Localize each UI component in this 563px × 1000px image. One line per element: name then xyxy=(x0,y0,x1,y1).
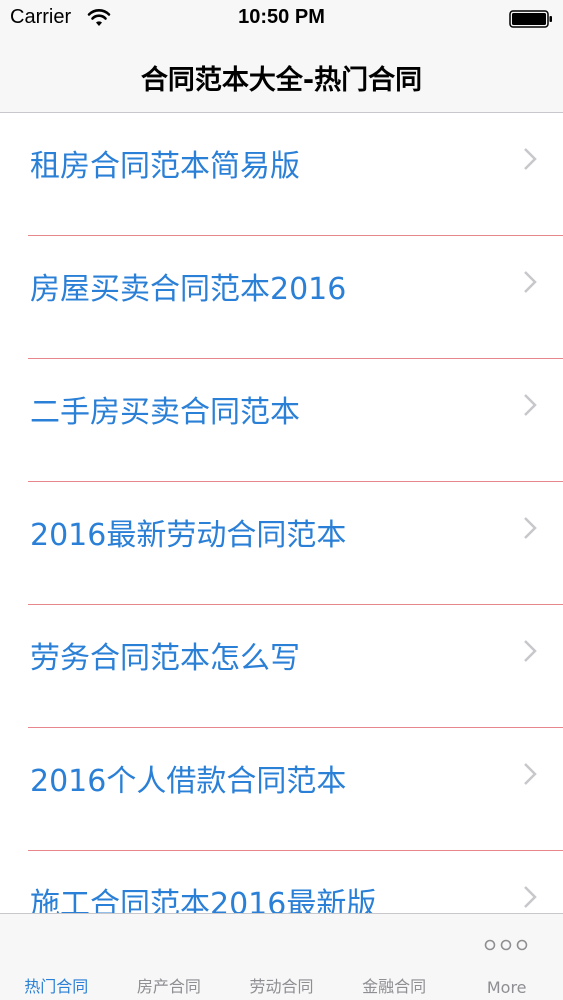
more-dots-icon xyxy=(485,939,528,951)
list-item-label: 2016个人借款合同范本 xyxy=(30,764,347,799)
list-item[interactable]: 2016个人借款合同范本 xyxy=(0,728,563,851)
list-item-label: 劳务合同范本怎么写 xyxy=(30,641,300,676)
status-bar: Carrier 10:50 PM xyxy=(0,0,563,40)
chevron-right-icon xyxy=(524,148,537,170)
chevron-right-icon xyxy=(524,517,537,539)
app-screen: Carrier 10:50 PM 合同范本大全-热门合同 租房合同范本简易版 房… xyxy=(0,0,563,1000)
page-title: 合同范本大全-热门合同 xyxy=(140,65,423,96)
tab-hot-contracts[interactable]: 热门合同 xyxy=(0,914,113,1000)
tab-property-contracts[interactable]: 房产合同 xyxy=(113,914,226,1000)
battery-icon xyxy=(509,10,552,28)
status-time: 10:50 PM xyxy=(238,6,325,28)
chevron-right-icon xyxy=(524,271,537,293)
chevron-right-icon xyxy=(524,640,537,662)
tab-label: 金融合同 xyxy=(362,977,427,996)
tab-finance-contracts[interactable]: 金融合同 xyxy=(338,914,451,1000)
navigation-bar: 合同范本大全-热门合同 xyxy=(0,40,563,113)
tab-label: More xyxy=(486,978,527,997)
tab-label: 房产合同 xyxy=(136,977,201,996)
chevron-right-icon xyxy=(524,886,537,908)
tab-label: 热门合同 xyxy=(24,977,89,996)
tab-more[interactable]: More xyxy=(450,914,563,1000)
list-item-label: 二手房买卖合同范本 xyxy=(30,395,300,430)
list-item[interactable]: 二手房买卖合同范本 xyxy=(0,359,563,482)
contract-list[interactable]: 租房合同范本简易版 房屋买卖合同范本2016 二手房买卖合同范本 2016最新劳… xyxy=(0,113,563,913)
list-item-label: 施工合同范本2016最新版 xyxy=(30,887,377,913)
list-item[interactable]: 施工合同范本2016最新版 xyxy=(0,851,563,913)
chevron-right-icon xyxy=(524,394,537,416)
tab-bar: 热门合同 房产合同 劳动合同 金融合同 More xyxy=(0,913,563,1000)
list-item-label: 租房合同范本简易版 xyxy=(30,149,300,184)
list-item-label: 房屋买卖合同范本2016 xyxy=(30,272,347,307)
list-item[interactable]: 2016最新劳动合同范本 xyxy=(0,482,563,605)
tab-labor-contracts[interactable]: 劳动合同 xyxy=(225,914,338,1000)
list-item-label: 2016最新劳动合同范本 xyxy=(30,518,347,553)
list-item[interactable]: 房屋买卖合同范本2016 xyxy=(0,236,563,359)
chevron-right-icon xyxy=(524,763,537,785)
tab-label: 劳动合同 xyxy=(249,977,314,996)
list-item[interactable]: 租房合同范本简易版 xyxy=(0,113,563,236)
list-item[interactable]: 劳务合同范本怎么写 xyxy=(0,605,563,728)
